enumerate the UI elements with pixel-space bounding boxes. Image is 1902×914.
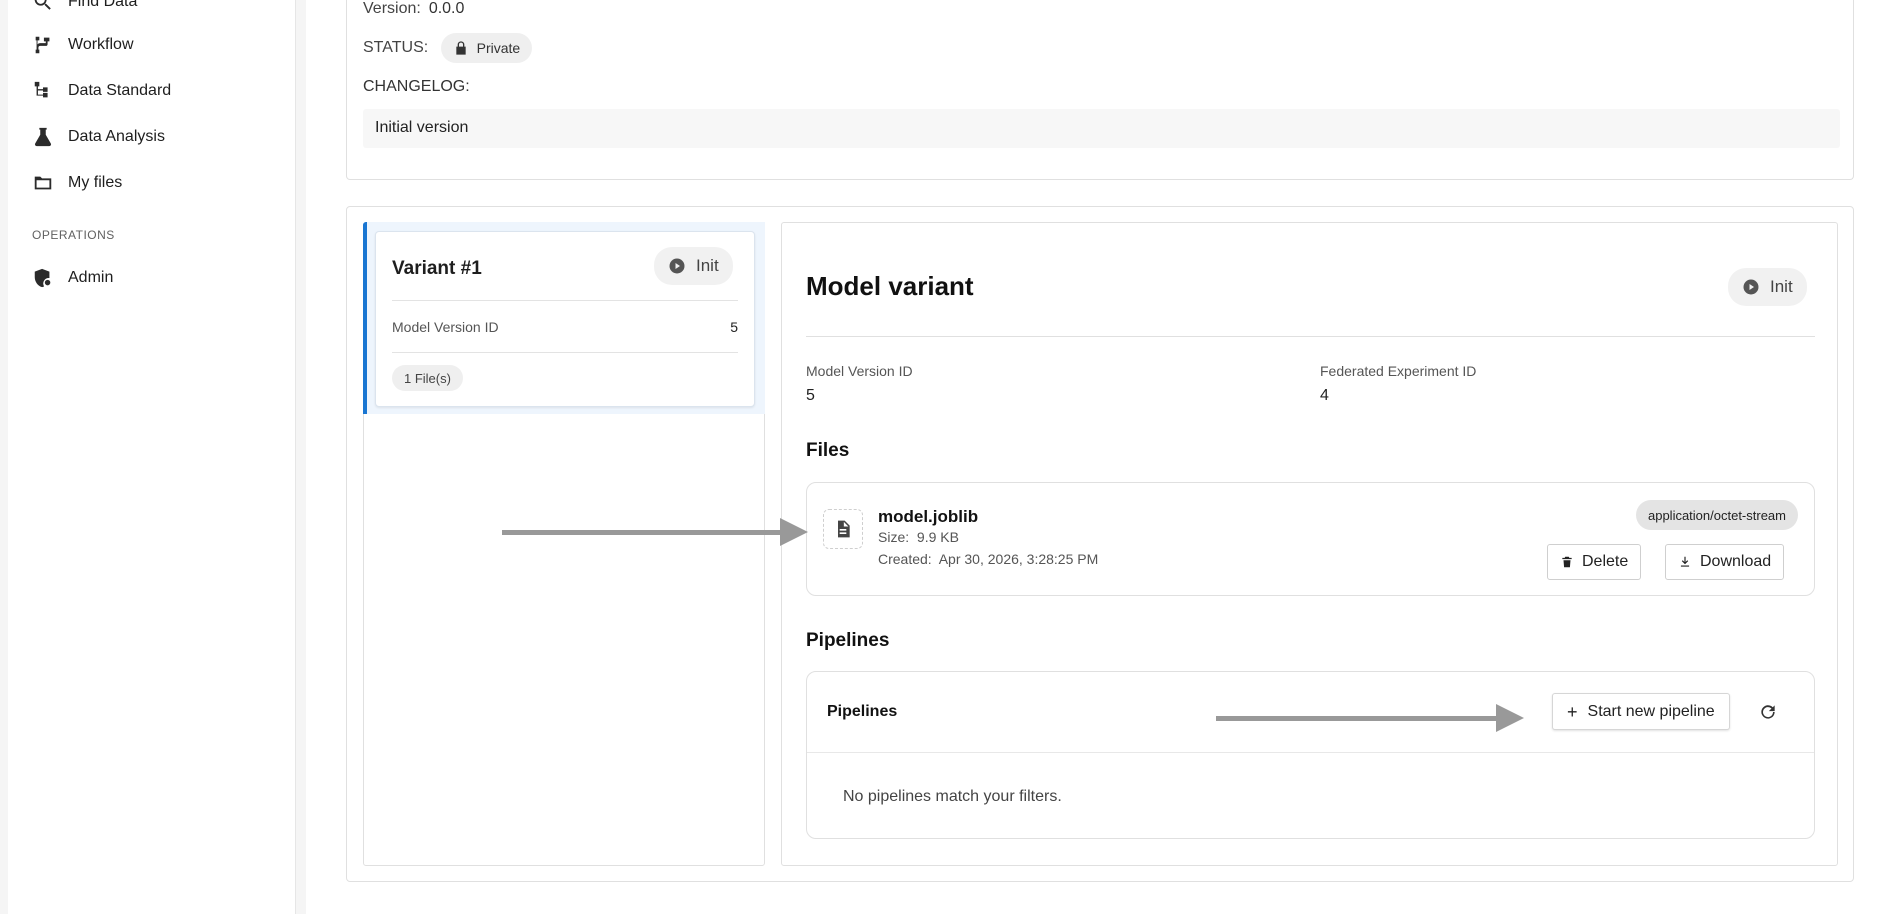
sidebar-item-label: Find Data: [68, 0, 138, 10]
pipelines-empty-message: No pipelines match your filters.: [843, 788, 1062, 805]
plus-icon: +: [1567, 701, 1578, 722]
detail-title: Model variant: [806, 271, 974, 301]
divider: [392, 300, 738, 301]
variant-card[interactable]: Variant #1 Init Model Version ID 5 1 Fil…: [375, 231, 755, 407]
delete-button-label: Delete: [1582, 553, 1629, 570]
download-button-label: Download: [1700, 553, 1772, 570]
sidebar-item-admin[interactable]: Admin: [32, 263, 113, 293]
sidebar-item-data-analysis[interactable]: Data Analysis: [32, 122, 165, 152]
sidebar-item-label: Data Analysis: [68, 128, 165, 145]
file-created: Created: Apr 30, 2026, 3:28:25 PM: [878, 551, 1098, 567]
changelog-content: Initial version: [363, 109, 1840, 148]
files-section-title: Files: [806, 440, 850, 461]
version-label: Version:: [363, 0, 421, 17]
variant-status-label: Init: [696, 256, 719, 275]
files-count-badge: 1 File(s): [392, 365, 463, 391]
status-badge-label: Private: [476, 40, 521, 56]
sidebar-item-find-data[interactable]: Find Data: [32, 0, 137, 17]
variant-detail-panel: Model variant Init Model Version ID 5 Fe…: [781, 222, 1838, 866]
annotation-arrow: [1216, 704, 1524, 732]
sidebar-item-workflow[interactable]: Workflow: [32, 30, 134, 60]
layout-gap: [296, 0, 306, 914]
model-version-id-value: 5: [806, 387, 815, 404]
federated-experiment-id-label: Federated Experiment ID: [1320, 363, 1477, 379]
detail-status-chip: Init: [1728, 268, 1807, 306]
model-version-label: Model Version ID: [392, 319, 499, 335]
model-info-card: [346, 0, 1854, 180]
workflow-icon: [35, 36, 50, 54]
file-created-value: Apr 30, 2026, 3:28:25 PM: [938, 551, 1099, 567]
refresh-icon[interactable]: [1755, 699, 1781, 725]
detail-status-label: Init: [1770, 277, 1793, 296]
file-size: Size: 9.9 KB: [878, 529, 959, 545]
folder-icon: [34, 176, 52, 190]
divider: [807, 752, 1814, 753]
divider: [806, 336, 1815, 337]
pipelines-table: Pipelines + Start new pipeline No pipeli…: [806, 671, 1815, 839]
start-new-pipeline-button[interactable]: + Start new pipeline: [1552, 693, 1730, 730]
sidebar-item-label: Workflow: [68, 36, 134, 53]
pipelines-header: Pipelines: [827, 703, 898, 720]
status-row: STATUS: Private: [363, 33, 533, 63]
hierarchy-icon: [34, 81, 48, 98]
variant-status-chip: Init: [654, 247, 733, 285]
pipelines-section-title: Pipelines: [806, 630, 890, 651]
download-icon: [1680, 556, 1690, 567]
document-icon: [823, 509, 863, 549]
sidebar-item-my-files[interactable]: My files: [32, 168, 122, 198]
model-version-id-label: Model Version ID: [806, 363, 913, 379]
play-circle-icon: [1743, 279, 1759, 295]
status-label: STATUS:: [363, 39, 429, 57]
lock-icon: [455, 41, 466, 55]
changelog-label: CHANGELOG:: [363, 78, 470, 95]
file-created-label: Created:: [878, 551, 932, 567]
search-icon: [34, 0, 51, 10]
file-size-label: Size:: [878, 529, 910, 545]
status-badge: Private: [440, 33, 533, 63]
file-size-value: 9.9 KB: [916, 529, 959, 545]
trash-icon: [1562, 556, 1572, 568]
sidebar-item-label: Admin: [68, 269, 114, 286]
sidebar: Find Data Workflow Data Standard Data An…: [8, 0, 296, 914]
mime-type-badge: application/octet-stream: [1635, 500, 1798, 530]
annotation-arrow: [502, 518, 808, 546]
main-content: Version: 0.0.0 STATUS: Private CHANGELOG:…: [306, 0, 1902, 914]
flask-icon: [34, 127, 52, 147]
version-row: Version: 0.0.0: [363, 0, 464, 18]
delete-button[interactable]: Delete: [1547, 544, 1642, 580]
file-name: model.joblib: [878, 507, 979, 526]
sidebar-item-label: My files: [68, 174, 123, 191]
variant-title: Variant #1: [392, 258, 482, 279]
nav-section-operations: OPERATIONS: [32, 228, 115, 242]
start-new-pipeline-label: Start new pipeline: [1587, 702, 1715, 720]
file-item: model.joblib Size: 9.9 KB Created: Apr 3…: [806, 482, 1815, 596]
version-value: 0.0.0: [428, 0, 465, 17]
download-button[interactable]: Download: [1665, 544, 1785, 580]
admin-shield-icon: [34, 268, 51, 288]
play-circle-icon: [669, 258, 685, 274]
sidebar-item-label: Data Standard: [68, 82, 172, 99]
divider: [392, 352, 738, 353]
federated-experiment-id-value: 4: [1320, 387, 1329, 404]
window-gutter: [0, 0, 8, 914]
sidebar-item-data-standard[interactable]: Data Standard: [32, 76, 171, 106]
model-version-value: 5: [730, 319, 738, 335]
